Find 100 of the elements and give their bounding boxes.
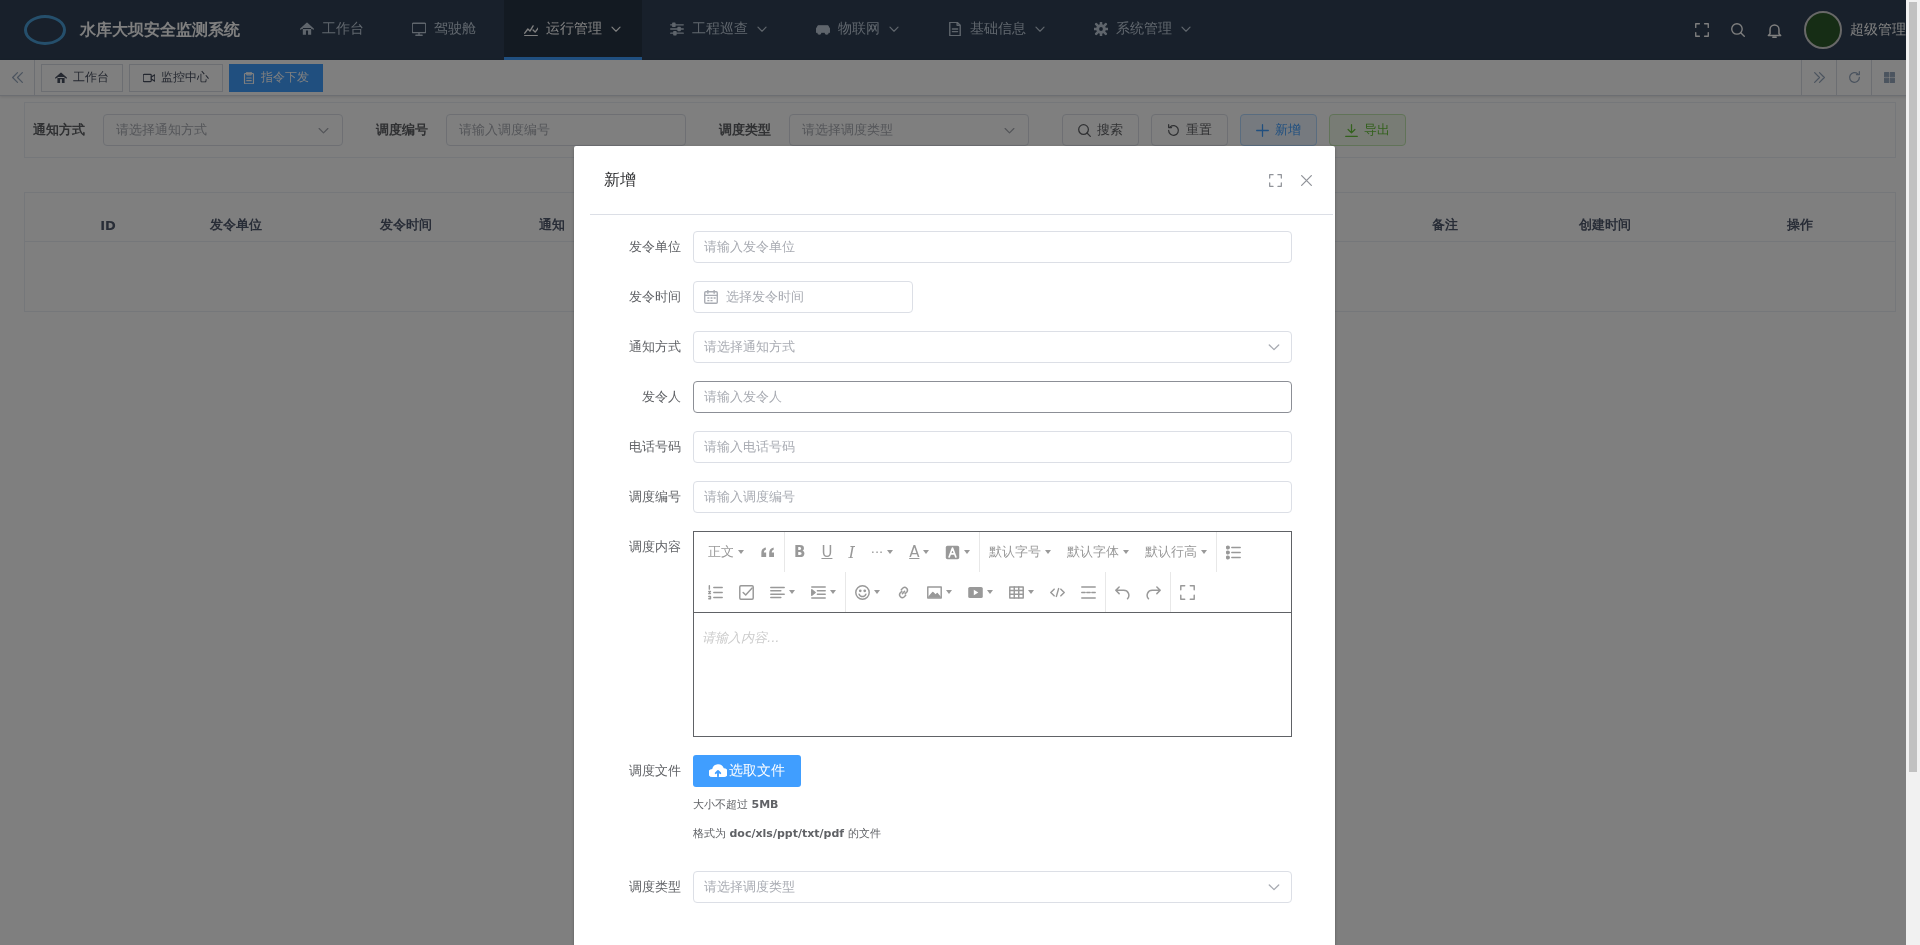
smiley-icon[interactable] [855,584,870,600]
date-picker-field[interactable]: 选择发令时间 [693,281,913,313]
toolbar-button[interactable]: I [840,537,863,567]
filter-label: 调度编号 [376,121,429,139]
menu-item[interactable]: 基础信息 [928,0,1066,60]
close-icon[interactable] [1300,173,1313,187]
caret-icon [1045,550,1052,554]
toolbar-button[interactable]: A [901,537,938,567]
text-background-icon[interactable] [945,544,961,560]
home-icon [300,21,314,36]
column-header: 发令时间 [379,216,433,234]
toolbar-button[interactable]: 正文 [700,537,752,567]
export-button[interactable]: 导出 [1329,114,1406,146]
upload-hint: 大小不超过 5MB [693,797,779,812]
form-label: 发令时间 [628,288,682,306]
clipboard-icon [243,71,255,84]
menu-item[interactable]: 物联网 [796,0,920,60]
dialog-title: 新增 [604,169,636,191]
toolbar-button[interactable]: 默认行高 [1137,537,1216,567]
avatar[interactable] [1804,11,1842,49]
text-input-field[interactable]: 请输入调度编号 [693,481,1292,513]
page-tab[interactable]: 工作台 [41,63,123,92]
toolbar-button[interactable]: 默认字号 [981,537,1060,567]
caret-icon [874,590,880,594]
grid-icon[interactable] [1883,72,1895,83]
double-chevron-left-icon[interactable] [10,71,24,84]
page-tab[interactable]: 监控中心 [129,63,223,92]
gear-icon [1094,21,1108,36]
app-title: 水库大坝安全监测系统 [80,19,240,41]
scrollbar[interactable] [1906,0,1920,945]
text-input-field[interactable]: 请输入发令人 [693,381,1292,413]
undo-icon[interactable] [1115,584,1130,600]
double-chevron-right-icon[interactable] [1812,71,1826,84]
fullscreen-icon[interactable] [1180,584,1195,600]
menu-item[interactable]: 系统管理 [1074,0,1212,60]
menu-item[interactable]: 运行管理 [504,0,642,60]
text-input-field[interactable]: 请输入发令单位 [693,231,1292,263]
plus-icon [1256,123,1269,137]
user-name[interactable]: 超级管理 [1850,21,1906,39]
search-button[interactable]: 搜索 [1062,114,1139,146]
bell-icon[interactable] [1767,22,1782,38]
page-tab[interactable]: 指令下发 [229,63,323,92]
upload-hint: 格式为 doc/xls/ppt/txt/pdf 的文件 [693,826,881,841]
checkbox-icon[interactable] [739,584,754,600]
add-button[interactable]: 新增 [1240,114,1317,146]
column-header: 操作 [1786,216,1814,234]
monitor-icon [412,21,426,36]
numbered-list-icon[interactable] [708,584,723,600]
text-input-field[interactable]: 请输入电话号码 [693,431,1292,463]
placeholder-text: 请选择调度类型 [704,878,795,896]
column-header: 创建时间 [1578,216,1632,234]
select-field[interactable]: 请选择调度类型 [693,871,1292,903]
refresh-icon [1167,123,1180,137]
align-left-icon[interactable] [770,584,785,600]
document-icon [948,21,962,36]
choose-file-button[interactable]: 选取文件 [693,755,801,787]
video-icon[interactable] [968,584,983,600]
form-label: 通知方式 [628,338,682,356]
refresh-icon[interactable] [1847,71,1861,84]
indent-icon[interactable] [811,584,826,600]
placeholder-text: 请选择通知方式 [704,338,795,356]
search-icon[interactable] [1731,23,1745,37]
table-icon[interactable] [1009,584,1024,600]
select-field[interactable]: 请选择通知方式 [693,331,1292,363]
menu-item[interactable]: 工程巡查 [650,0,788,60]
caret-icon [789,590,795,594]
column-header: ID [99,217,117,233]
column-header: 发令单位 [209,216,263,234]
form-label: 调度类型 [628,878,682,896]
video-icon [143,71,155,84]
form-label: 调度内容 [628,538,682,556]
fullscreen-icon[interactable] [1269,173,1282,187]
filter-label: 通知方式 [33,121,86,139]
form-label: 发令人 [641,388,682,406]
caret-icon [946,590,952,594]
caret-icon [738,550,744,554]
cloud-upload-icon [709,762,727,780]
toolbar-button[interactable]: U [813,537,841,567]
calendar-icon [704,290,718,304]
toolbar-button[interactable]: ··· [862,537,902,567]
toolbar-button[interactable]: B [786,537,814,567]
divider-icon[interactable] [1081,584,1096,600]
form-label: 调度编号 [628,488,682,506]
placeholder-text: 选择发令时间 [726,288,804,306]
bullet-list-icon[interactable] [1226,544,1242,560]
menu-item[interactable]: 驾驶舱 [392,0,496,60]
reset-button[interactable]: 重置 [1151,114,1228,146]
toolbar-button[interactable]: 默认字体 [1059,537,1138,567]
menu-item[interactable]: 工作台 [280,0,384,60]
caret-icon [964,550,971,554]
redo-icon[interactable] [1146,584,1161,600]
caret-icon [987,590,993,594]
link-icon[interactable] [896,584,911,600]
form-label: 调度文件 [628,762,682,780]
form-label: 发令单位 [628,238,682,256]
caret-icon [923,550,930,554]
search-icon [1078,123,1091,137]
column-header: 备注 [1431,216,1459,234]
image-icon[interactable] [927,584,942,600]
caret-icon [1201,550,1208,554]
